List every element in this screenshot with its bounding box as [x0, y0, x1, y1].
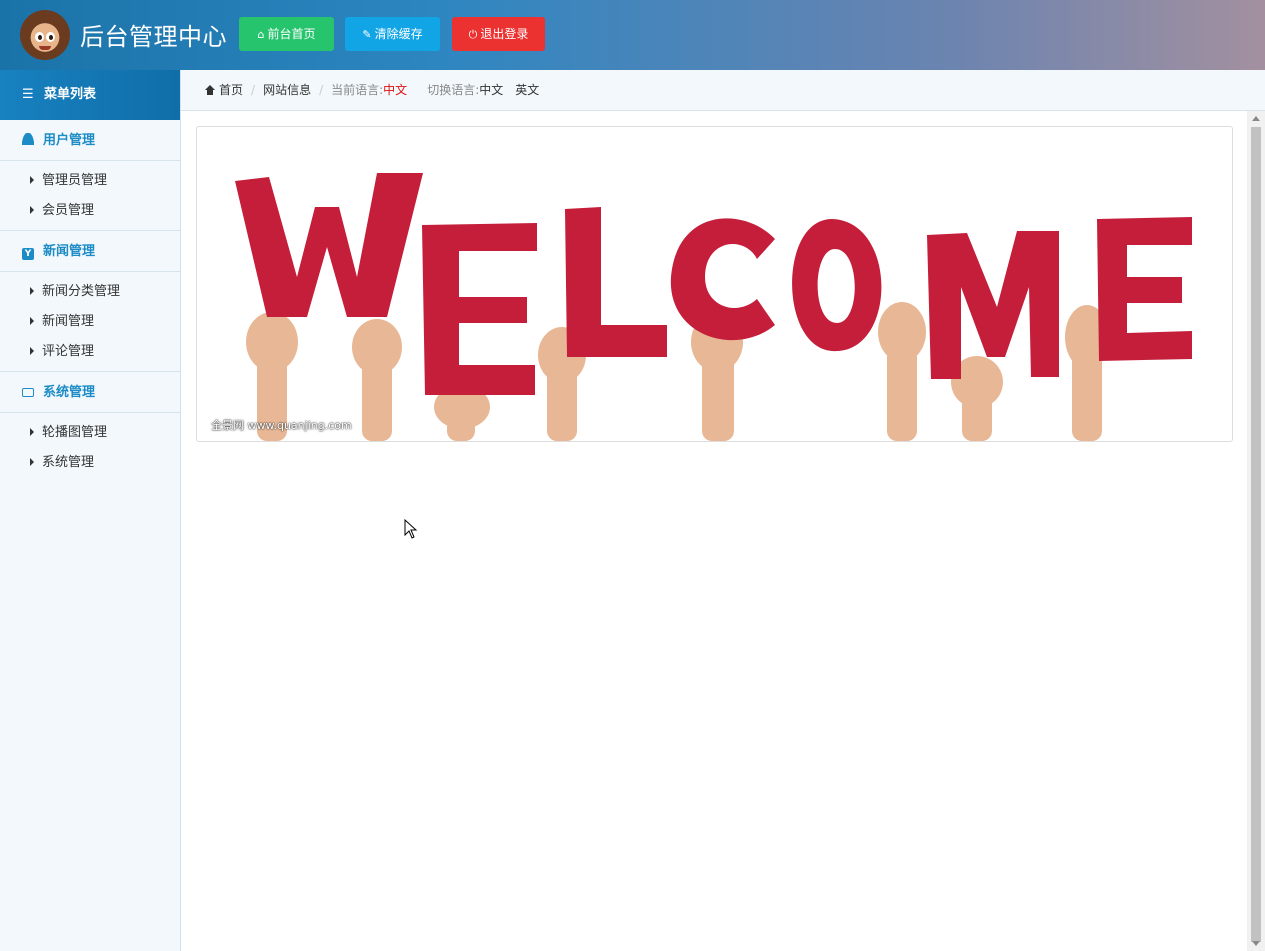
current-language-label: 当前语言:	[331, 83, 384, 97]
mouse-cursor-icon	[404, 519, 418, 539]
menu-heading: ☰ 菜单列表	[0, 70, 180, 120]
frontend-home-label: 前台首页	[267, 27, 316, 41]
sidebar-item-news-category[interactable]: 新闻分类管理	[0, 277, 180, 307]
switch-language-chinese[interactable]: 中文	[479, 83, 503, 97]
sidebar-item-label: 系统管理	[42, 455, 95, 470]
menu-heading-label: 菜单列表	[44, 87, 97, 102]
group-system-items: 轮播图管理 系统管理	[0, 413, 180, 482]
breadcrumb-separator: /	[319, 83, 324, 97]
sidebar-item-carousel-management[interactable]: 轮播图管理	[0, 418, 180, 448]
caret-right-icon	[30, 176, 34, 184]
avatar	[20, 10, 70, 60]
news-icon: Y	[22, 248, 34, 260]
caret-right-icon	[30, 428, 34, 436]
user-icon	[22, 133, 34, 145]
vertical-scrollbar[interactable]	[1247, 111, 1265, 951]
group-title-label: 系统管理	[43, 385, 96, 400]
sidebar-item-news-management[interactable]: 新闻管理	[0, 307, 180, 337]
sidebar-item-label: 会员管理	[42, 203, 95, 218]
power-icon: ⏻	[468, 28, 478, 41]
breadcrumb: 首页 / 网站信息 / 当前语言:中文 切换语言:中文 英文	[181, 70, 1265, 111]
welcome-banner-image	[235, 173, 1192, 441]
banner-watermark: 全景网 www.quanjing.com	[211, 419, 352, 432]
current-language-value: 中文	[383, 83, 408, 97]
sidebar-item-label: 新闻分类管理	[42, 284, 121, 299]
app-title: 后台管理中心	[80, 23, 227, 51]
frontend-home-button[interactable]: ⌂ 前台首页	[239, 17, 334, 51]
home-icon	[205, 85, 215, 95]
wrench-icon: ✎	[362, 28, 372, 41]
sidebar-item-label: 管理员管理	[42, 173, 108, 188]
sidebar-item-comment-management[interactable]: 评论管理	[0, 337, 180, 367]
switch-language-english[interactable]: 英文	[515, 83, 539, 97]
sidebar-item-label: 轮播图管理	[42, 425, 108, 440]
caret-right-icon	[30, 458, 34, 466]
caret-right-icon	[30, 317, 34, 325]
breadcrumb-home-link[interactable]: 首页	[205, 83, 243, 97]
sidebar-item-member-management[interactable]: 会员管理	[0, 196, 180, 226]
caret-right-icon	[30, 287, 34, 295]
top-header: 后台管理中心 ⌂ 前台首页 ✎ 清除缓存 ⏻ 退出登录	[0, 0, 1265, 70]
home-icon: ⌂	[257, 28, 265, 41]
sidebar: ☰ 菜单列表 用户管理 管理员管理 会员管理 Y 新闻管理 新闻分类管理 新闻管理 …	[0, 70, 181, 951]
caret-right-icon	[30, 347, 34, 355]
caret-right-icon	[30, 206, 34, 214]
clear-cache-button[interactable]: ✎ 清除缓存	[345, 17, 440, 51]
scroll-up-arrow-icon[interactable]	[1252, 116, 1260, 121]
main-content: 全景网 www.quanjing.com	[181, 111, 1247, 951]
group-title-label: 新闻管理	[43, 244, 96, 259]
switch-language-label: 切换语言:	[427, 83, 480, 97]
welcome-banner: 全景网 www.quanjing.com	[196, 126, 1233, 442]
breadcrumb-separator: /	[251, 83, 256, 97]
group-user-items: 管理员管理 会员管理	[0, 161, 180, 231]
breadcrumb-home-label: 首页	[219, 83, 244, 97]
system-icon	[22, 388, 34, 397]
logout-button[interactable]: ⏻ 退出登录	[452, 17, 545, 51]
group-title-label: 用户管理	[43, 133, 96, 148]
group-title-user[interactable]: 用户管理	[0, 120, 180, 161]
list-icon: ☰	[22, 87, 34, 102]
sidebar-item-label: 评论管理	[42, 344, 95, 359]
sidebar-item-label: 新闻管理	[42, 314, 95, 329]
breadcrumb-site-info[interactable]: 网站信息	[263, 83, 311, 97]
clear-cache-label: 清除缓存	[374, 27, 423, 41]
group-title-system[interactable]: 系统管理	[0, 372, 180, 413]
sidebar-item-system-management[interactable]: 系统管理	[0, 448, 180, 478]
group-news-items: 新闻分类管理 新闻管理 评论管理	[0, 272, 180, 372]
scroll-down-arrow-icon[interactable]	[1252, 941, 1260, 946]
sidebar-item-admin-management[interactable]: 管理员管理	[0, 166, 180, 196]
scroll-thumb[interactable]	[1251, 127, 1261, 942]
logout-label: 退出登录	[480, 27, 529, 41]
group-title-news[interactable]: Y 新闻管理	[0, 231, 180, 272]
